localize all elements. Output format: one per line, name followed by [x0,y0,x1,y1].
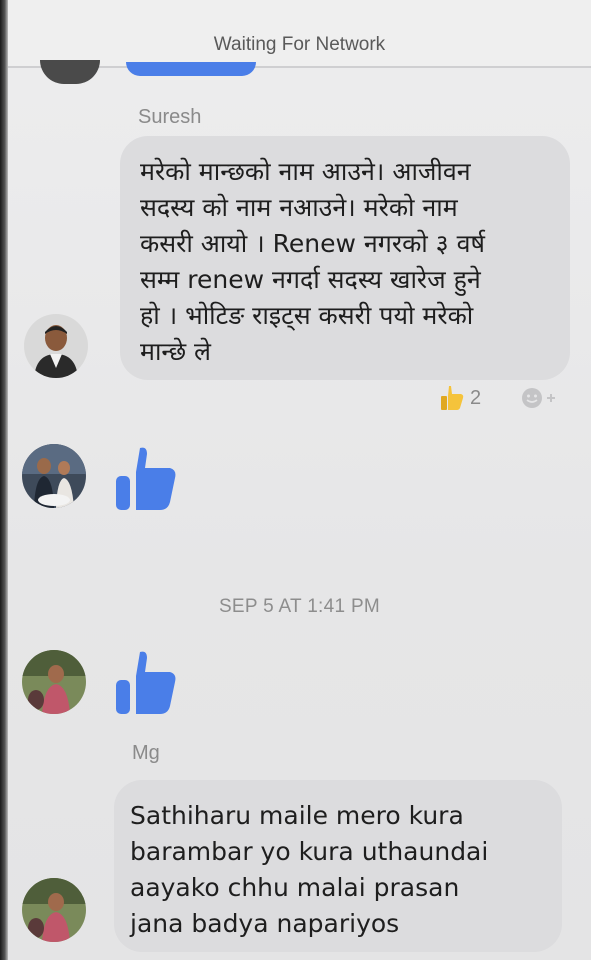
thumbs-up-icon[interactable] [110,444,180,514]
thumbs-up-icon[interactable] [110,648,180,718]
status-bar: Waiting For Network [8,0,591,68]
message-text: Sathiharu maile mero kura barambar yo ku… [130,801,489,938]
thumbs-up-emoji-icon [441,386,464,410]
avatar[interactable] [22,444,86,508]
reaction-count: 2 [470,386,482,409]
message-text: मरेको मान्छको नाम आउने। आजीवन सदस्य को न… [140,157,485,366]
sender-name: Suresh [138,106,202,128]
timestamp: SEP 5 AT 1:41 PM [218,596,381,617]
couple-avatar-icon [22,444,86,508]
avatar[interactable] [24,314,88,378]
avatar[interactable] [22,650,86,714]
person-outdoor-avatar-icon [22,650,86,714]
add-reaction-button[interactable] [520,386,562,410]
screen-edge [0,0,8,960]
avatar[interactable] [22,878,86,942]
message-bubble[interactable]: मरेको मान्छको नाम आउने। आजीवन सदस्य को न… [120,136,570,380]
person-outdoor-avatar-icon [22,878,86,942]
add-reaction-icon [522,388,555,408]
avatar[interactable] [40,60,100,84]
message-bubble[interactable]: Sathiharu maile mero kura barambar yo ku… [114,780,562,952]
reaction-summary[interactable]: 2 [440,384,481,412]
person-avatar-icon [24,314,88,378]
network-status: Waiting For Network [213,34,386,55]
message-bubble[interactable] [126,62,256,76]
sender-name: Mg [132,742,160,764]
chat-screen: Waiting For Network Suresh मरेको मान्छको… [8,0,591,960]
